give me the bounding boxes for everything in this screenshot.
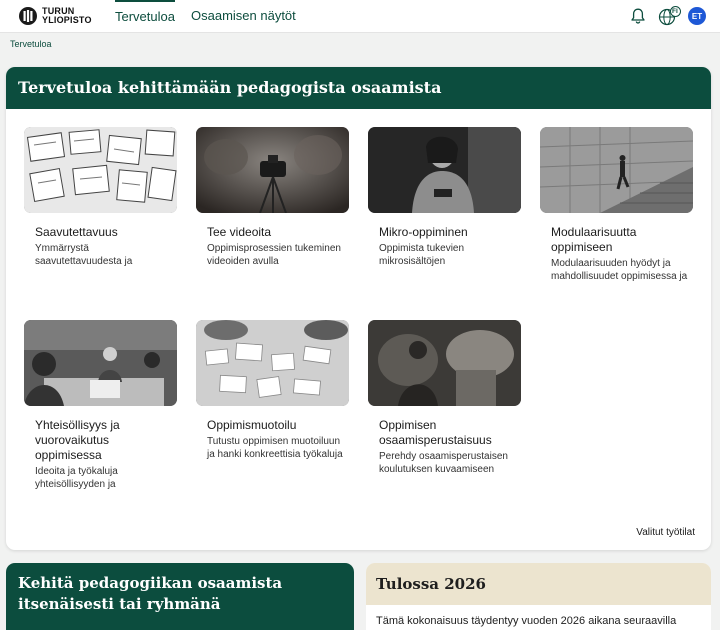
- tile-image: [368, 127, 521, 213]
- tile-description: Oppimisprosessien tukeminen videoiden av…: [207, 243, 341, 267]
- coming-2026-card: Tulossa 2026 Tämä kokonaisuus täydentyy …: [366, 563, 711, 630]
- tile-saavutettavuus[interactable]: Saavutettavuus Ymmärrystä saavutettavuud…: [24, 127, 177, 268]
- language-button[interactable]: FI: [658, 6, 682, 26]
- university-emblem-icon: [19, 7, 37, 25]
- selected-workspaces-link[interactable]: Valitut työtilat: [636, 527, 695, 538]
- welcome-card: Tervetuloa kehittämään pedagogista osaam…: [6, 67, 711, 550]
- tile-description: Tutustu oppimisen muotoiluun ja hanki ko…: [207, 436, 343, 460]
- logo-text: TURUN YLIOPISTO: [42, 6, 92, 25]
- tile-image: [196, 127, 349, 213]
- notification-button[interactable]: [628, 6, 648, 26]
- top-bar: TURUN YLIOPISTO Tervetuloa Osaamisen näy…: [0, 0, 720, 33]
- tile-mikro-oppiminen[interactable]: Mikro-oppiminen Oppimista tukevien mikro…: [368, 127, 521, 268]
- tile-image: [196, 320, 349, 406]
- globe-icon: [658, 6, 681, 26]
- tile-image: [24, 127, 177, 213]
- tile-image: [540, 127, 693, 213]
- user-avatar[interactable]: ET: [688, 7, 706, 25]
- coming-2026-body: Tämä kokonaisuus täydentyy vuoden 2026 a…: [376, 615, 677, 627]
- bell-icon: [631, 8, 645, 24]
- tile-title: Oppimismuotoilu: [207, 418, 297, 432]
- tile-oppimismuotoilu[interactable]: Oppimismuotoilu Tutustu oppimisen muotoi…: [196, 320, 349, 461]
- develop-pedagogy-card[interactable]: Kehitä pedagogiikan osaamista itsenäises…: [6, 563, 354, 630]
- coming-2026-title: Tulossa 2026: [366, 563, 711, 605]
- tile-modulaarisuutta[interactable]: Modulaarisuutta oppimiseen Modulaarisuud…: [540, 127, 693, 283]
- tile-title: Oppimisen osaamisperustaisuus: [379, 418, 492, 447]
- welcome-title: Tervetuloa kehittämään pedagogista osaam…: [6, 67, 711, 109]
- language-badge: FI: [672, 8, 678, 15]
- tile-title: Modulaarisuutta oppimiseen: [551, 225, 637, 254]
- tile-description: Ideoita ja työkaluja yhteisöllisyyden ja…: [35, 466, 118, 490]
- tile-title: Tee videoita: [207, 225, 272, 239]
- tile-yhteisollisyys[interactable]: Yhteisöllisyys ja vuorovaikutus oppimise…: [24, 320, 177, 491]
- tile-tee-videoita[interactable]: Tee videoita Oppimisprosessien tukeminen…: [196, 127, 349, 268]
- tile-title: Saavutettavuus: [35, 225, 118, 239]
- tab-osaamisen-naytot[interactable]: Osaamisen näytöt: [191, 0, 296, 33]
- tile-description: Oppimista tukevien mikrosisältöjen perus…: [379, 243, 465, 267]
- tile-description: Perehdy osaamisperustaisen koulutuksen k…: [379, 451, 508, 475]
- breadcrumb[interactable]: Tervetuloa: [10, 39, 52, 49]
- tile-osaamisperustaisuus[interactable]: Oppimisen osaamisperustaisuus Perehdy os…: [368, 320, 521, 476]
- tile-image: [368, 320, 521, 406]
- tile-description: Modulaarisuuden hyödyt ja mahdollisuudet…: [551, 258, 688, 282]
- tile-title: Yhteisöllisyys ja vuorovaikutus oppimise…: [35, 418, 120, 462]
- tile-description: Ymmärrystä saavutettavuudesta ja yhdenve…: [35, 243, 133, 267]
- tile-image: [24, 320, 177, 406]
- university-logo[interactable]: TURUN YLIOPISTO: [18, 5, 92, 27]
- tile-title: Mikro-oppiminen: [379, 225, 468, 239]
- develop-pedagogy-title: Kehitä pedagogiikan osaamista itsenäises…: [18, 574, 283, 613]
- tab-tervetuloa[interactable]: Tervetuloa: [115, 0, 175, 33]
